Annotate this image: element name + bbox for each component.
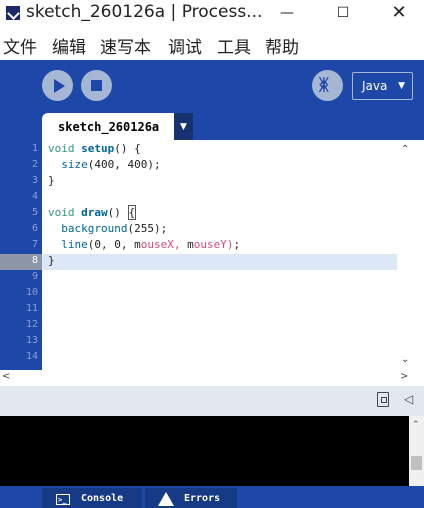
code-line-1: void setup() { xyxy=(48,142,141,155)
editor-vertical-scrollbar[interactable]: ⌃ ⌄ xyxy=(397,140,412,370)
line-number-gutter: 1 2 3 4 5 6 7 8 9 10 11 12 13 14 xyxy=(0,140,42,370)
errors-tab-label: Errors xyxy=(184,493,221,504)
menu-sketch[interactable]: 速写本 xyxy=(100,33,151,58)
chevron-down-icon: ▼ xyxy=(398,81,405,91)
editor-horizontal-scrollbar[interactable]: < > xyxy=(0,370,424,386)
code-area[interactable]: void setup() { size(400, 400); } void dr… xyxy=(42,140,397,370)
scroll-up-icon[interactable]: ⌃ xyxy=(412,420,420,430)
processing-app-icon xyxy=(6,6,20,20)
menu-bar: 文件 编辑 速写本 调试 工具 帮助 xyxy=(0,30,424,60)
line-number: 13 xyxy=(25,335,38,346)
clipboard-icon[interactable] xyxy=(377,392,389,407)
scroll-down-icon[interactable]: ⌄ xyxy=(401,354,409,365)
line-number: 7 xyxy=(31,239,38,250)
line-number: 5 xyxy=(31,207,38,218)
mode-selector[interactable]: Java ▼ xyxy=(352,72,413,100)
scroll-left-icon[interactable]: < xyxy=(2,371,10,382)
tab-menu-button[interactable]: ▼ xyxy=(174,113,193,140)
line-number-current: 8 xyxy=(31,255,38,266)
menu-edit[interactable]: 编辑 xyxy=(52,33,86,58)
line-number: 1 xyxy=(31,143,38,154)
line-number: 3 xyxy=(31,175,38,186)
tab-console[interactable]: Console xyxy=(42,488,142,508)
line-number: 9 xyxy=(31,271,38,282)
stop-button[interactable] xyxy=(81,70,112,101)
menu-tools[interactable]: 工具 xyxy=(217,33,251,58)
mode-label: Java xyxy=(362,79,388,93)
menu-debug[interactable]: 调试 xyxy=(168,33,202,58)
minimize-button[interactable]: — xyxy=(264,0,310,28)
line-number: 2 xyxy=(31,159,38,170)
bug-icon: ᛤ xyxy=(319,75,329,94)
debugger-button[interactable]: ᛤ xyxy=(312,70,343,101)
code-line-2: size(400, 400); xyxy=(61,158,161,171)
code-line-5: void draw() { xyxy=(48,205,137,220)
warning-icon xyxy=(158,492,174,506)
line-number: 6 xyxy=(31,223,38,234)
line-number: 11 xyxy=(25,303,38,314)
console-tab-label: Console xyxy=(81,493,124,504)
tab-errors[interactable]: Errors xyxy=(145,488,237,508)
line-number: 10 xyxy=(25,287,38,298)
menu-file[interactable]: 文件 xyxy=(3,33,37,58)
chevron-down-icon: ▼ xyxy=(180,122,187,132)
code-line-3: } xyxy=(48,174,55,187)
console-scrollbar[interactable]: ⌃ xyxy=(409,416,424,486)
console-icon xyxy=(56,489,70,508)
line-number: 12 xyxy=(25,319,38,330)
tab-sketch[interactable]: sketch_260126a xyxy=(42,113,174,140)
line-number: 4 xyxy=(31,191,38,202)
code-line-7: line(0, 0, mouseX, mouseY); xyxy=(61,238,241,251)
title-bar: sketch_260126a | Process... — ☐ ✕ xyxy=(0,0,424,28)
run-button[interactable] xyxy=(42,70,73,101)
play-icon xyxy=(54,79,65,93)
maximize-button[interactable]: ☐ xyxy=(320,0,366,28)
scroll-thumb[interactable] xyxy=(411,456,422,470)
current-line-highlight xyxy=(42,254,397,270)
menu-help[interactable]: 帮助 xyxy=(265,33,299,58)
code-editor[interactable]: 1 2 3 4 5 6 7 8 9 10 11 12 13 14 void se… xyxy=(0,140,424,370)
collapse-console-icon[interactable]: ◁ xyxy=(404,392,413,406)
processing-window: sketch_260126a | Process... — ☐ ✕ 文件 编辑 … xyxy=(0,0,424,508)
code-line-8: } xyxy=(48,254,55,267)
scroll-up-icon[interactable]: ⌃ xyxy=(401,144,409,155)
close-button[interactable]: ✕ xyxy=(376,0,422,28)
bottom-tab-bar: Console Errors xyxy=(0,486,424,508)
toolbar: ᛤ Java ▼ sketch_260126a ▼ xyxy=(0,60,424,140)
tab-label: sketch_260126a xyxy=(58,120,160,134)
status-bar: ◁ xyxy=(0,386,424,416)
console-output[interactable] xyxy=(0,416,409,486)
scroll-right-icon[interactable]: > xyxy=(400,371,408,382)
code-line-6: background(255); xyxy=(61,222,168,235)
window-title: sketch_260126a | Process... xyxy=(26,2,263,22)
line-number: 14 xyxy=(25,351,38,362)
stop-icon xyxy=(91,80,102,91)
